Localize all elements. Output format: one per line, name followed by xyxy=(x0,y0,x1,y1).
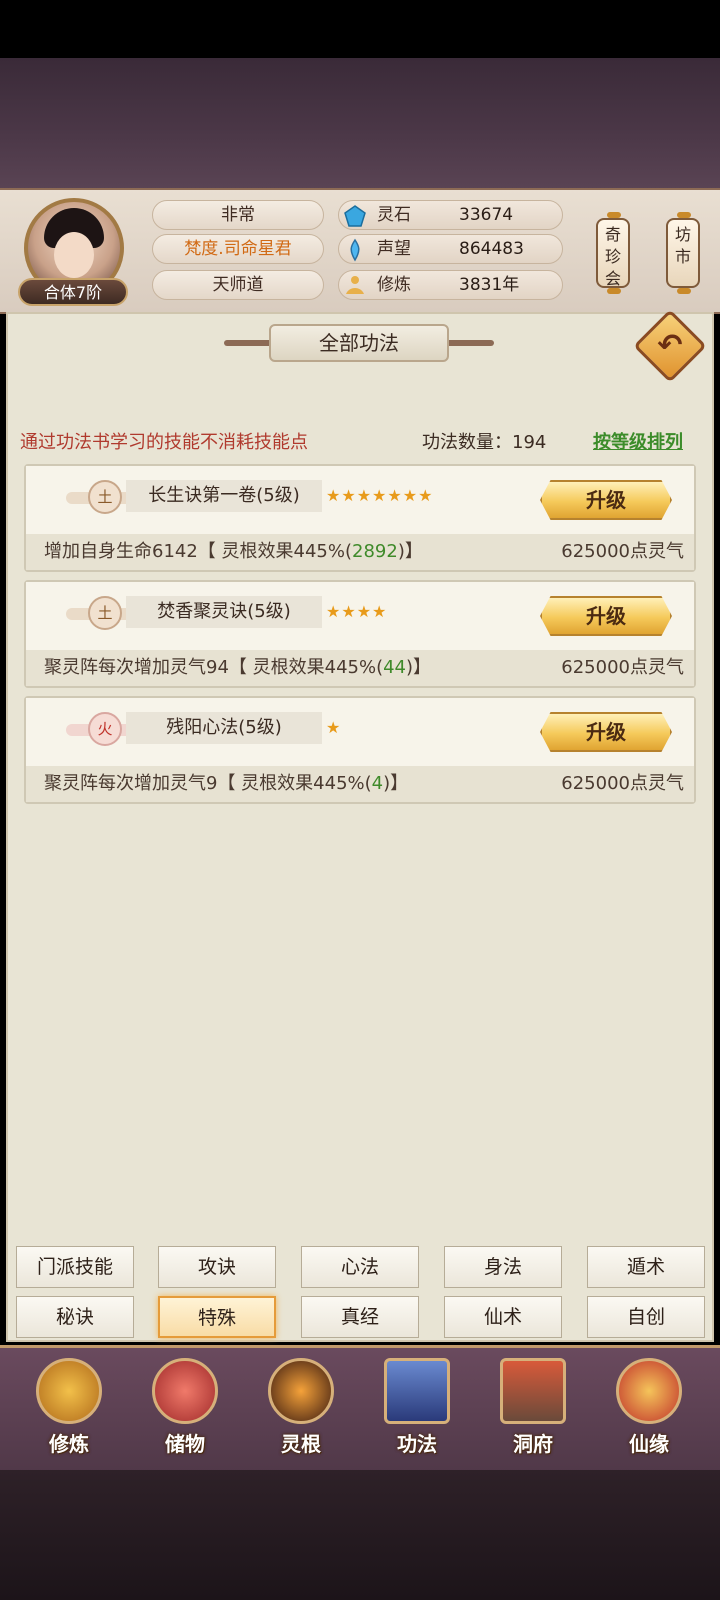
star-rating: ★★★★★★★ xyxy=(326,486,434,505)
nav-cultivate[interactable]: 修炼 xyxy=(14,1352,124,1467)
skill-description: 聚灵阵每次增加灵气94【 灵根效果445%(44)】 xyxy=(44,657,432,678)
panel-title-plaque: 全部功法 xyxy=(224,324,494,362)
tab-escape[interactable]: 遁术 xyxy=(587,1246,705,1288)
nav-spirit-root[interactable]: 灵根 xyxy=(246,1352,356,1467)
element-label: 土 xyxy=(88,596,122,630)
skill-description: 聚灵阵每次增加灵气9【 灵根效果445%(4)】 xyxy=(44,773,409,794)
player-header: 合体7阶 非常 梵度.司命星君 天师道 灵石 33674 声望 864483 修… xyxy=(0,188,720,314)
notice-text: 通过功法书学习的技能不消耗技能点 xyxy=(20,432,308,453)
nav-cave[interactable]: 洞府 xyxy=(478,1352,588,1467)
skill-count: 功法数量：194 xyxy=(422,432,547,453)
skill-card: 土 焚香聚灵诀(5级) ★★★★ 升级 聚灵阵每次增加灵气94【 灵根效果445… xyxy=(24,580,696,688)
bottom-nav: 修炼 储物 灵根 功法 洞府 仙缘 xyxy=(0,1345,720,1473)
spirit-root-icon xyxy=(268,1358,334,1424)
tab-special[interactable]: 特殊 xyxy=(158,1296,276,1338)
market-button[interactable]: 坊市 xyxy=(666,212,700,294)
resource-label: 声望 xyxy=(377,239,411,259)
nav-label: 储物 xyxy=(165,1432,205,1456)
resource-value: 33674 xyxy=(459,205,514,225)
avatar-face xyxy=(54,232,94,278)
nav-label: 修炼 xyxy=(49,1432,89,1456)
upgrade-button[interactable]: 升级 xyxy=(540,712,672,752)
prestige-icon xyxy=(350,238,360,262)
resource-label: 修炼 xyxy=(377,275,411,295)
bag-icon xyxy=(152,1358,218,1424)
upgrade-button[interactable]: 升级 xyxy=(540,480,672,520)
nav-label: 洞府 xyxy=(513,1432,553,1456)
element-label: 火 xyxy=(88,712,122,746)
resource-value: 3831年 xyxy=(459,275,520,295)
nav-label: 功法 xyxy=(397,1432,437,1456)
resource-spirit-stone: 灵石 33674 xyxy=(338,200,563,230)
back-arrow-icon: ↶ xyxy=(657,328,683,363)
meditation-icon xyxy=(346,276,364,294)
title-pill[interactable]: 梵度.司命星君 xyxy=(152,234,324,264)
nav-label: 仙缘 xyxy=(629,1432,669,1456)
star-rating: ★★★★ xyxy=(326,602,388,621)
tab-attack[interactable]: 攻诀 xyxy=(158,1246,276,1288)
top-background xyxy=(0,58,720,190)
sect-pill: 天师道 xyxy=(152,270,324,300)
skill-name: 长生诀第一卷(5级) xyxy=(126,480,322,512)
nav-label: 灵根 xyxy=(281,1432,321,1456)
star-rating: ★ xyxy=(326,718,342,737)
tab-scripture[interactable]: 真经 xyxy=(301,1296,419,1338)
nav-storage[interactable]: 储物 xyxy=(130,1352,240,1467)
resource-cultivation: 修炼 3831年 xyxy=(338,270,563,300)
nav-fortune[interactable]: 仙缘 xyxy=(594,1352,704,1467)
tab-secret[interactable]: 秘诀 xyxy=(16,1296,134,1338)
skill-card: 火 残阳心法(5级) ★ 升级 聚灵阵每次增加灵气9【 灵根效果445%(4)】… xyxy=(24,696,696,804)
tab-sect-skills[interactable]: 门派技能 xyxy=(16,1246,134,1288)
skill-name: 残阳心法(5级) xyxy=(126,712,322,744)
skill-card: 土 长生诀第一卷(5级) ★★★★★★★ 升级 增加自身生命6142【 灵根效果… xyxy=(24,464,696,572)
tab-custom[interactable]: 自创 xyxy=(587,1296,705,1338)
skill-description: 增加自身生命6142【 灵根效果445%(2892)】 xyxy=(44,541,423,562)
sort-by-level-link[interactable]: 按等级排列 xyxy=(593,428,683,454)
treasure-shop-button[interactable]: 奇珍会 xyxy=(596,212,630,294)
upgrade-cost: 625000点灵气 xyxy=(561,773,684,794)
bottom-background xyxy=(0,1470,720,1600)
upgrade-button[interactable]: 升级 xyxy=(540,596,672,636)
spirit-stone-icon xyxy=(344,205,366,227)
resource-label: 灵石 xyxy=(377,205,411,225)
status-pill: 非常 xyxy=(152,200,324,230)
book-icon xyxy=(384,1358,450,1424)
resource-value: 864483 xyxy=(459,239,524,259)
meditating-monk-icon xyxy=(36,1358,102,1424)
tab-mind[interactable]: 心法 xyxy=(301,1246,419,1288)
gourd-icon xyxy=(616,1358,682,1424)
element-label: 土 xyxy=(88,480,122,514)
pavilion-icon xyxy=(500,1358,566,1424)
skill-name: 焚香聚灵诀(5级) xyxy=(126,596,322,628)
nav-skills[interactable]: 功法 xyxy=(362,1352,472,1467)
status-bar xyxy=(0,0,720,58)
tab-movement[interactable]: 身法 xyxy=(444,1246,562,1288)
panel-title: 全部功法 xyxy=(269,324,449,362)
realm-badge: 合体7阶 xyxy=(18,278,128,306)
resource-prestige: 声望 864483 xyxy=(338,234,563,264)
tab-immortal-art[interactable]: 仙术 xyxy=(444,1296,562,1338)
upgrade-cost: 625000点灵气 xyxy=(561,657,684,678)
upgrade-cost: 625000点灵气 xyxy=(561,541,684,562)
